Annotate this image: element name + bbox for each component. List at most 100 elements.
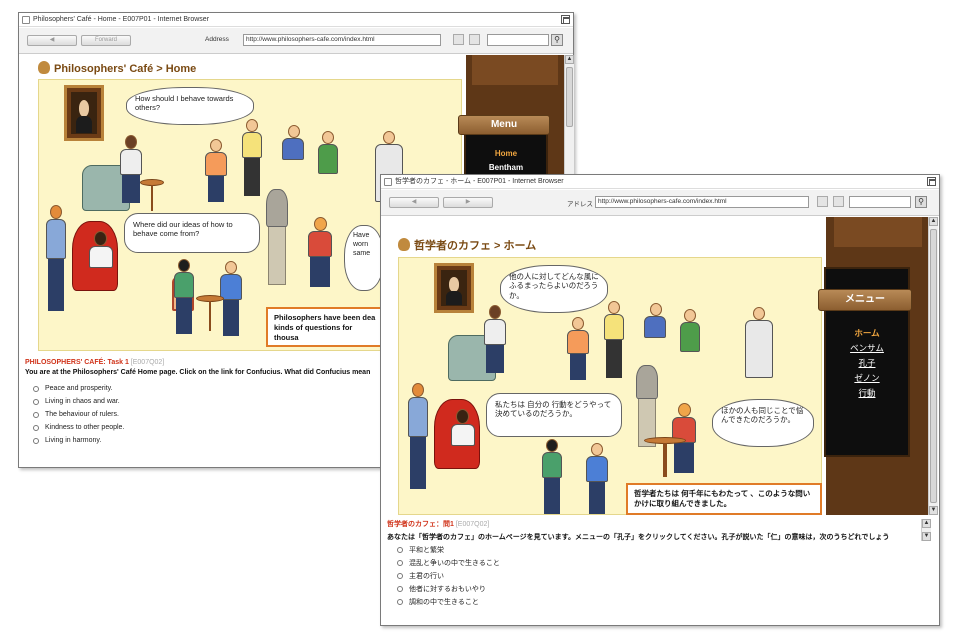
speech-bubble-top: 他の人に対してどんな風にふるまったらよいのだろうか。 [500, 265, 608, 313]
search-input[interactable] [487, 34, 549, 46]
group-at-table [640, 303, 710, 373]
go-button[interactable] [453, 34, 464, 45]
task-code: [E007Q02] [455, 521, 490, 528]
speech-bubble-right: ほかの人も同じことで悩んできたのだろうか。 [712, 399, 814, 447]
answer-option-3[interactable]: 主君の行い [397, 571, 444, 581]
address-bar[interactable]: http://www.philosophers-cafe.com/index.h… [595, 196, 809, 208]
speech-bubble-middle: Where did our ideas of how to behave com… [124, 213, 260, 253]
confucius-figure [742, 307, 776, 379]
menu-list: ホーム ベンサム 孔子 ゼノン 行動 [824, 327, 910, 399]
menu-item-home[interactable]: Home [464, 149, 548, 158]
menu-sign: Menu [458, 115, 550, 135]
scroll-thumb[interactable] [566, 67, 573, 127]
scroll-thumb[interactable] [930, 229, 937, 503]
radio-button[interactable] [397, 547, 403, 553]
philosopher-bust [636, 365, 658, 399]
maximize-button[interactable] [927, 177, 936, 186]
browser-toolbar: ◀ ▶ アドレス http://www.philosophers-cafe.co… [381, 190, 939, 216]
answer-option-1[interactable]: 平和と繁栄 [397, 545, 444, 555]
answer-option-5[interactable]: 調和の中で生きること [397, 597, 479, 607]
refresh-button[interactable] [469, 34, 480, 45]
address-bar[interactable]: http://www.philosophers-cafe.com/index.h… [243, 34, 441, 46]
address-label: アドレス [567, 201, 593, 208]
answer-option-5[interactable]: Living in harmony. [33, 437, 101, 444]
scroll-down-arrow-icon[interactable]: ▼ [929, 506, 938, 515]
radio-button[interactable] [33, 385, 39, 392]
group-at-table [278, 125, 348, 195]
scroll-up-arrow-icon[interactable]: ▲ [565, 55, 574, 64]
radio-button[interactable] [33, 437, 39, 444]
person-talking-dark [170, 259, 198, 339]
portrait-picture [434, 263, 474, 313]
answer-option-2[interactable]: Living in chaos and war. [33, 398, 120, 405]
task-scrollbar[interactable]: ▲ ▼ [921, 519, 931, 541]
menu-item-bentham[interactable]: ベンサム [824, 342, 910, 354]
task-scroll-down-icon[interactable]: ▼ [922, 532, 931, 541]
portrait-picture [64, 85, 104, 141]
person-standing-yellow [600, 301, 628, 381]
answer-option-4[interactable]: Kindness to other people. [33, 424, 124, 431]
task-prompt: あなたは「哲学者のカフェ」のホームページを見ています。メニューの「孔子」をクリッ… [387, 534, 890, 541]
task-title: 哲学者のカフェ：問1 [E007Q02] [387, 521, 490, 528]
browser-icon [22, 16, 30, 24]
page-scrollbar[interactable]: ▲ ▼ [928, 217, 938, 515]
forward-button[interactable]: Forward [81, 35, 131, 46]
menu-frame-top [472, 55, 558, 85]
browser-window-japanese: 哲学者のカフェ - ホーム - E007P01 - Internet Brows… [380, 174, 940, 626]
forward-arrow-icon: ▶ [465, 199, 471, 205]
page-content: 哲学者のカフェ > ホーム 他の人に対してどんな風にふるまったらよいのだろうか。… [382, 217, 928, 515]
radio-button[interactable] [33, 411, 39, 418]
menu-item-behaviour[interactable]: 行動 [824, 387, 910, 399]
cafe-logo-icon [398, 238, 410, 251]
speech-bubble-middle: 私たちは 自分の 行動をどうやって 決めているのだろうか。 [486, 393, 622, 437]
maximize-button[interactable] [561, 15, 570, 24]
search-icon[interactable]: ⚲ [915, 196, 927, 208]
person-seated-orange [302, 217, 340, 293]
title-bar: Philosophers' Café - Home - E007P01 - In… [19, 13, 573, 27]
person-sitting-orange [562, 317, 596, 383]
back-arrow-icon: ◀ [49, 37, 55, 43]
menu-item-bentham[interactable]: Bentham [464, 163, 548, 172]
radio-button[interactable] [397, 573, 403, 579]
window-title: Philosophers' Café - Home - E007P01 - In… [33, 16, 210, 23]
search-icon[interactable]: ⚲ [551, 34, 563, 46]
answer-option-4[interactable]: 他者に対するおもいやり [397, 584, 486, 594]
menu-item-zeno[interactable]: ゼノン [824, 372, 910, 384]
search-input[interactable] [849, 196, 911, 208]
info-callout: Philosophers have been dea kinds of ques… [266, 307, 386, 347]
go-button[interactable] [817, 196, 828, 207]
back-button[interactable]: ◀ [389, 197, 439, 208]
speech-bubble-right: Have worn same [344, 225, 384, 291]
browser-icon [384, 178, 392, 186]
scroll-up-arrow-icon[interactable]: ▲ [929, 217, 938, 226]
radio-button[interactable] [33, 398, 39, 405]
browser-toolbar: ◀ Forward Address http://www.philosopher… [19, 28, 573, 54]
task-code: [E007Q02] [130, 359, 165, 366]
speech-bubble-top: How should I behave towards others? [126, 87, 254, 125]
radio-button[interactable] [397, 599, 403, 605]
forward-button[interactable]: ▶ [443, 197, 493, 208]
task-scroll-up-icon[interactable]: ▲ [922, 519, 931, 528]
person-standing-yellow [238, 119, 266, 199]
cafe-table-front [196, 295, 224, 331]
radio-button[interactable] [397, 560, 403, 566]
answer-option-3[interactable]: The behaviour of rulers. [33, 411, 119, 418]
menu-list: Home Bentham [464, 149, 548, 172]
menu-frame-top [834, 217, 922, 247]
answer-option-2[interactable]: 混乱と争いの中で生きること [397, 558, 500, 568]
person-sitting-orange [200, 139, 234, 205]
title-bar: 哲学者のカフェ - ホーム - E007P01 - Internet Brows… [381, 175, 939, 189]
menu-item-confucius[interactable]: 孔子 [824, 357, 910, 369]
back-button[interactable]: ◀ [27, 35, 77, 46]
person-reading [480, 305, 510, 375]
menu-item-home[interactable]: ホーム [824, 327, 910, 339]
person-standing-left [42, 205, 70, 315]
radio-button[interactable] [33, 424, 39, 431]
refresh-button[interactable] [833, 196, 844, 207]
answer-option-1[interactable]: Peace and prosperity. [33, 385, 113, 392]
task-panel: 哲学者のカフェ：問1 [E007Q02] あなたは「哲学者のカフェ」のホームペー… [387, 519, 919, 542]
info-callout: 哲学者たちは 何千年にもわたって 、このような問いかけに取り組んできました。 [626, 483, 822, 515]
radio-button[interactable] [397, 586, 403, 592]
person-long-hair [84, 231, 118, 287]
page-title: Philosophers' Café > Home [38, 61, 196, 75]
